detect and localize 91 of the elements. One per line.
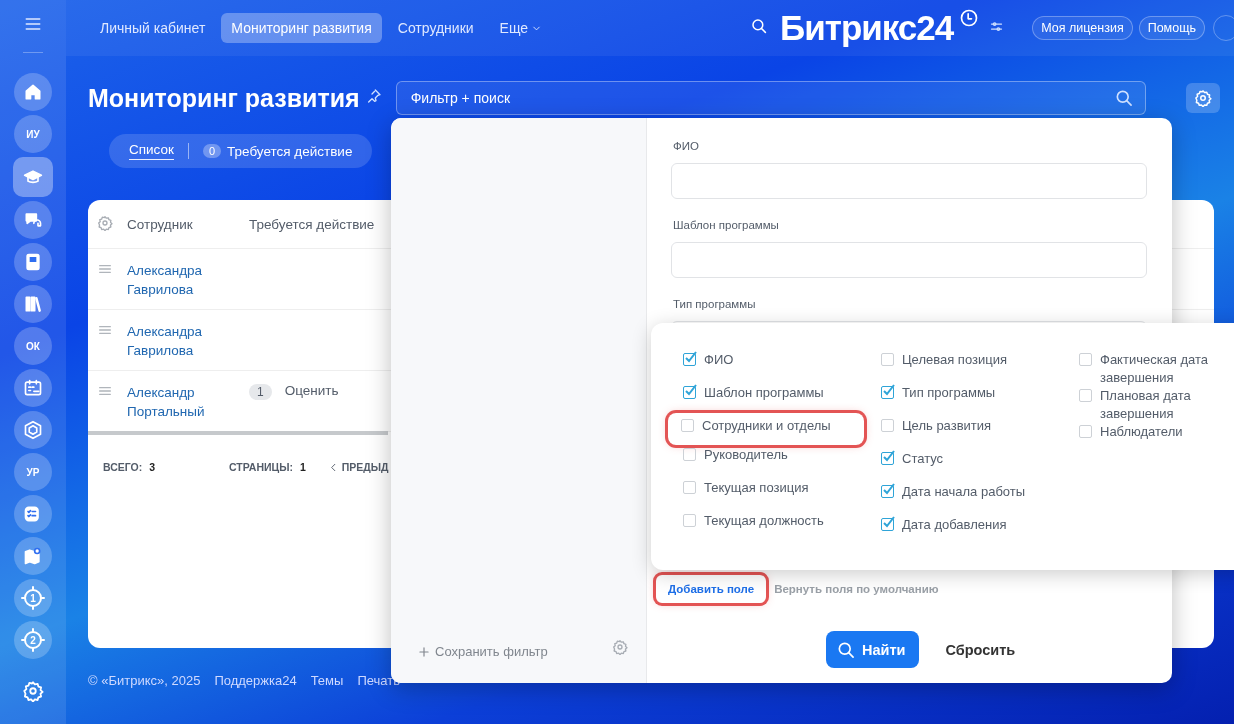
nav-tab[interactable]: Личный кабинет <box>90 13 216 43</box>
checkbox[interactable] <box>681 419 694 432</box>
field-option[interactable]: Фактическая дата завершения <box>1077 351 1227 387</box>
home-icon <box>23 82 43 102</box>
find-button[interactable]: Найти <box>826 631 920 668</box>
checkbox[interactable] <box>683 353 696 366</box>
page-title: Мониторинг развития <box>88 83 360 113</box>
save-filter-button[interactable]: Сохранить фильтр <box>417 644 548 659</box>
field-label: ФИО <box>673 140 700 152</box>
logo: Битрикс24 <box>780 8 954 48</box>
checkbox[interactable] <box>683 448 696 461</box>
checkbox[interactable] <box>881 353 894 366</box>
field-option[interactable]: Тип программы <box>879 384 1077 417</box>
input-field[interactable] <box>671 242 1147 278</box>
nav-tab[interactable]: Сотрудники <box>387 13 484 43</box>
sidebar-item[interactable]: ОК <box>14 327 52 365</box>
settings-icon <box>612 639 628 655</box>
checkbox[interactable] <box>881 518 894 531</box>
settings-button[interactable] <box>1185 83 1220 113</box>
field-option[interactable]: Целевая позиция <box>879 351 1077 384</box>
employee-link[interactable]: Александр Портальный <box>127 383 249 421</box>
search-icon <box>750 17 769 35</box>
settings-icon <box>22 680 44 702</box>
field-label: Тип программы <box>673 298 757 310</box>
field-option[interactable]: Цель развития <box>879 417 1077 450</box>
sidebar-item[interactable] <box>14 73 52 111</box>
checkbox[interactable] <box>1079 353 1092 366</box>
chat-icon <box>23 210 43 230</box>
checkbox[interactable] <box>881 386 894 399</box>
input-field[interactable] <box>671 163 1147 199</box>
map-icon <box>23 546 43 566</box>
checkbox[interactable] <box>1079 425 1092 438</box>
target-icon <box>21 628 45 652</box>
header-button[interactable]: Помощь <box>1138 16 1205 40</box>
checkbox[interactable] <box>683 514 696 527</box>
sidebar-item[interactable] <box>14 201 52 239</box>
header-button[interactable]: Моя лицензия <box>1032 16 1133 40</box>
book-icon <box>23 252 43 272</box>
sidebar-item[interactable] <box>14 537 52 575</box>
field-option[interactable]: Дата добавления <box>879 516 1077 549</box>
checkbox[interactable] <box>1079 389 1092 402</box>
footer-link[interactable]: Поддержка24 <box>214 673 297 688</box>
column-header[interactable]: Требуется действие <box>249 216 375 232</box>
checkbox[interactable] <box>881 485 894 498</box>
checkbox[interactable] <box>881 452 894 465</box>
field-option[interactable]: Текущая позиция <box>681 479 879 512</box>
sidebar-item[interactable] <box>14 243 52 281</box>
count-badge: 0 <box>202 144 222 158</box>
nav-tab[interactable]: Мониторинг развития <box>221 13 382 43</box>
field-option[interactable]: Наблюдатели <box>1077 423 1227 456</box>
view-tab[interactable]: 0 Требуется действие <box>202 143 353 159</box>
field-label: Шаблон программы <box>673 219 780 231</box>
checkbox[interactable] <box>683 386 696 399</box>
sidebar-item[interactable] <box>14 411 52 449</box>
sidebar-item[interactable]: УР <box>14 453 52 491</box>
field-option[interactable]: Плановая дата завершения <box>1077 387 1227 423</box>
sidebar-item[interactable] <box>14 495 52 533</box>
view-tab[interactable]: Список <box>129 142 174 160</box>
footer-link[interactable]: Темы <box>310 673 344 688</box>
pages-count: СТРАНИЦЫ: 1 <box>229 461 306 473</box>
target-icon <box>21 586 45 610</box>
checkbox[interactable] <box>881 419 894 432</box>
sidebar-item[interactable] <box>14 285 52 323</box>
footer-link[interactable]: Печать <box>357 673 400 688</box>
settings-icon <box>97 214 113 231</box>
field-option[interactable]: Дата начала работы <box>879 483 1077 516</box>
checkbox[interactable] <box>683 481 696 494</box>
count-badge: 1 <box>249 384 272 400</box>
sidebar-item[interactable] <box>14 369 52 407</box>
field-option[interactable]: Руководитель <box>681 446 879 479</box>
action-text: Оценить <box>284 383 339 398</box>
employee-link[interactable]: Александра Гаврилова <box>127 322 249 360</box>
field-option[interactable]: ФИО <box>681 351 879 384</box>
hexagon-icon <box>23 420 43 440</box>
plus-icon <box>417 644 431 659</box>
copyright-text: © «Битрикс», 2025 <box>88 673 201 688</box>
clock-icon <box>959 8 980 28</box>
reset-button[interactable]: Сбросить <box>945 641 1016 658</box>
field-option[interactable]: Текущая должность <box>681 512 879 545</box>
sidebar-item[interactable] <box>13 157 53 197</box>
settings-icon <box>1193 89 1212 107</box>
field-option[interactable]: Статус <box>879 450 1077 483</box>
calendar-icon <box>23 378 43 398</box>
more-menu[interactable]: Еще <box>493 19 549 37</box>
employee-link[interactable]: Александра Гаврилова <box>127 261 249 299</box>
column-header[interactable]: Сотрудник <box>127 216 249 232</box>
previous-page-button[interactable]: ПРЕДЫД <box>327 461 389 473</box>
total-count: ВСЕГО: 3 <box>103 461 155 473</box>
add-field-button[interactable]: Добавить поле <box>656 575 767 603</box>
sidebar-item[interactable]: ИУ <box>14 115 52 153</box>
library-icon <box>23 294 43 314</box>
